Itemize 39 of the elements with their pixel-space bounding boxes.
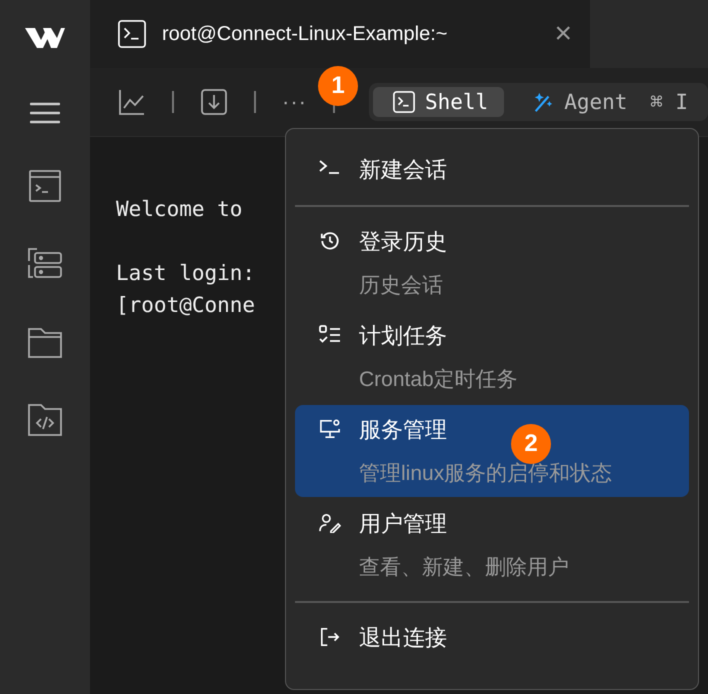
folder-icon[interactable] <box>27 327 63 359</box>
menu-item[interactable]: 退出连接 <box>295 613 689 663</box>
menu-item[interactable]: 登录历史 历史会话 <box>295 217 689 309</box>
sparkle-icon <box>532 91 554 113</box>
menu-item[interactable]: 用户管理 查看、新建、删除用户 <box>295 499 689 591</box>
menu-icon[interactable] <box>30 101 60 125</box>
terminal-icon <box>118 20 146 48</box>
more-button[interactable]: ··· <box>282 89 307 115</box>
prompt-icon <box>319 159 341 175</box>
terminal-icon[interactable] <box>28 169 62 203</box>
menu-item-description: 历史会话 <box>359 273 443 299</box>
shortcut-label: ⌘ I <box>650 90 688 114</box>
menu-item-description: 管理linux服务的启停和状态 <box>359 461 612 487</box>
code-folder-icon[interactable] <box>27 403 63 437</box>
terminal-line: Welcome to <box>116 197 242 223</box>
menu-item-label: 计划任务 <box>359 322 447 350</box>
menu-item-description: 查看、新建、删除用户 <box>359 555 569 581</box>
monitor-icon <box>319 419 341 439</box>
terminal-line: Last login: <box>116 261 256 287</box>
menu-item-label: 新建会话 <box>359 156 447 184</box>
exit-icon <box>320 627 340 647</box>
menu-item-label: 登录历史 <box>359 228 447 256</box>
menu-item-label: 退出连接 <box>359 624 447 652</box>
checklist-icon <box>319 325 341 345</box>
terminal-icon <box>392 91 415 113</box>
terminal-line: [root@Conne <box>116 293 256 319</box>
menu-item-label: 服务管理 <box>359 416 447 444</box>
chart-icon[interactable] <box>118 88 146 116</box>
tab-title: root@Connect-Linux-Example:~ <box>162 22 448 46</box>
download-icon[interactable] <box>200 88 228 116</box>
menu-item[interactable]: 计划任务 Crontab定时任务 <box>295 311 689 403</box>
mode-tab[interactable]: Shell <box>372 87 504 117</box>
close-button[interactable]: × <box>554 19 572 49</box>
menu-item-label: 用户管理 <box>359 510 447 538</box>
history-icon <box>320 231 340 251</box>
mode-tab[interactable]: Agent ⌘ I <box>512 87 704 117</box>
menu-item-description: Crontab定时任务 <box>359 367 518 393</box>
menu-item[interactable]: 新建会话 <box>295 145 689 195</box>
user-edit-icon <box>319 513 341 533</box>
